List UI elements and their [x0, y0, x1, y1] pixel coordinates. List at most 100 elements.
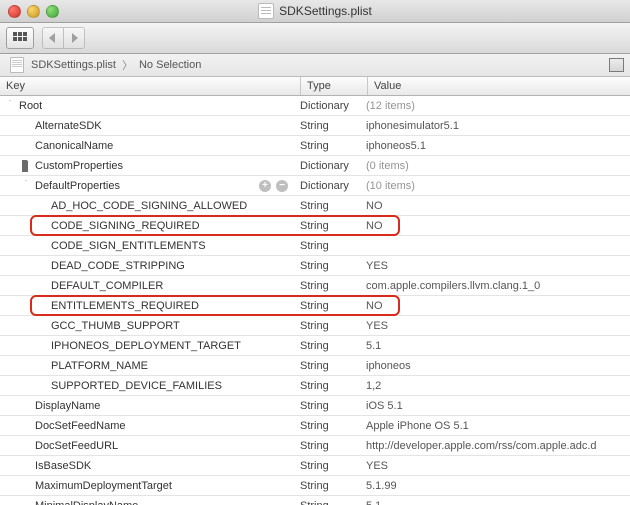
key-cell[interactable]: SUPPORTED_DEVICE_FAMILIES [0, 380, 294, 392]
key-cell[interactable]: DEAD_CODE_STRIPPING [0, 260, 294, 272]
key-cell[interactable]: AlternateSDK [0, 120, 294, 132]
value-cell[interactable]: iphonesimulator5.1 [360, 120, 630, 132]
key-cell[interactable]: DEFAULT_COMPILER [0, 280, 294, 292]
value-cell[interactable]: NO [360, 200, 630, 212]
type-cell[interactable]: String [294, 220, 360, 232]
type-cell[interactable]: String [294, 300, 360, 312]
value-cell[interactable]: YES [360, 320, 630, 332]
plist-row[interactable]: SUPPORTED_DEVICE_FAMILIESString1,2 [0, 376, 630, 396]
key-cell[interactable]: MaximumDeploymentTarget [0, 480, 294, 492]
breadcrumb-file[interactable]: SDKSettings.plist [6, 57, 120, 73]
value-cell[interactable]: (0 items) [360, 160, 630, 172]
value-cell[interactable]: 1,2 [360, 380, 630, 392]
key-cell[interactable]: IsBaseSDK [0, 460, 294, 472]
key-cell[interactable]: DisplayName [0, 400, 294, 412]
value-cell[interactable]: (12 items) [360, 100, 630, 112]
plist-row[interactable]: IsBaseSDKStringYES [0, 456, 630, 476]
forward-button[interactable] [64, 27, 85, 49]
plist-row[interactable]: DefaultProperties+−Dictionary(10 items) [0, 176, 630, 196]
key-cell[interactable]: DefaultProperties+− [0, 180, 294, 192]
type-cell[interactable]: String [294, 260, 360, 272]
value-cell[interactable]: (10 items) [360, 180, 630, 192]
plist-row[interactable]: ENTITLEMENTS_REQUIREDStringNO [0, 296, 630, 316]
zoom-icon[interactable] [46, 5, 59, 18]
breadcrumb-selection[interactable]: No Selection [135, 59, 205, 71]
key-cell[interactable]: ENTITLEMENTS_REQUIRED [0, 300, 294, 312]
plist-row[interactable]: DEFAULT_COMPILERStringcom.apple.compiler… [0, 276, 630, 296]
column-key[interactable]: Key [0, 77, 301, 95]
close-icon[interactable] [8, 5, 21, 18]
plist-row[interactable]: MinimalDisplayNameString5.1 [0, 496, 630, 505]
value-cell[interactable]: YES [360, 460, 630, 472]
key-cell[interactable]: DocSetFeedName [0, 420, 294, 432]
value-cell[interactable]: 5.1 [360, 340, 630, 352]
plist-row[interactable]: PLATFORM_NAMEStringiphoneos [0, 356, 630, 376]
key-cell[interactable]: CanonicalName [0, 140, 294, 152]
value-cell[interactable]: http://developer.apple.com/rss/com.apple… [360, 440, 630, 452]
add-row-icon[interactable]: + [259, 180, 271, 192]
type-cell[interactable]: String [294, 280, 360, 292]
key-cell[interactable]: CODE_SIGN_ENTITLEMENTS [0, 240, 294, 252]
view-mode-icon[interactable] [609, 58, 624, 72]
plist-row[interactable]: CanonicalNameStringiphoneos5.1 [0, 136, 630, 156]
plist-row[interactable]: CODE_SIGNING_REQUIREDStringNO [0, 216, 630, 236]
type-cell[interactable]: String [294, 320, 360, 332]
plist-row[interactable]: DisplayNameStringiOS 5.1 [0, 396, 630, 416]
plist-row[interactable]: DEAD_CODE_STRIPPINGStringYES [0, 256, 630, 276]
type-cell[interactable]: String [294, 140, 360, 152]
remove-row-icon[interactable]: − [276, 180, 288, 192]
value-cell[interactable]: iphoneos [360, 360, 630, 372]
disclosure-triangle-icon[interactable] [6, 101, 15, 110]
value-cell[interactable]: Apple iPhone OS 5.1 [360, 420, 630, 432]
type-cell[interactable]: String [294, 480, 360, 492]
plist-row[interactable]: IPHONEOS_DEPLOYMENT_TARGETString5.1 [0, 336, 630, 356]
value-cell[interactable]: NO [360, 300, 630, 312]
value-cell[interactable]: iphoneos5.1 [360, 140, 630, 152]
type-cell[interactable]: String [294, 420, 360, 432]
plist-row[interactable]: DocSetFeedNameStringApple iPhone OS 5.1 [0, 416, 630, 436]
value-cell[interactable]: NO [360, 220, 630, 232]
key-cell[interactable]: PLATFORM_NAME [0, 360, 294, 372]
type-cell[interactable]: String [294, 200, 360, 212]
disclosure-triangle-icon[interactable] [22, 161, 31, 170]
value-cell[interactable]: com.apple.compilers.llvm.clang.1_0 [360, 280, 630, 292]
back-button[interactable] [42, 27, 64, 49]
type-cell[interactable]: String [294, 500, 360, 505]
type-cell[interactable]: Dictionary [294, 160, 360, 172]
plist-row[interactable]: CODE_SIGN_ENTITLEMENTSString [0, 236, 630, 256]
plist-row[interactable]: AlternateSDKStringiphonesimulator5.1 [0, 116, 630, 136]
value-cell[interactable]: iOS 5.1 [360, 400, 630, 412]
key-cell[interactable]: CODE_SIGNING_REQUIRED [0, 220, 294, 232]
type-cell[interactable]: String [294, 400, 360, 412]
disclosure-triangle-icon[interactable] [22, 181, 31, 190]
plist-row[interactable]: CustomPropertiesDictionary(0 items) [0, 156, 630, 176]
value-cell[interactable]: YES [360, 260, 630, 272]
minimize-icon[interactable] [27, 5, 40, 18]
type-cell[interactable]: String [294, 460, 360, 472]
type-cell[interactable]: Dictionary [294, 100, 360, 112]
key-cell[interactable]: IPHONEOS_DEPLOYMENT_TARGET [0, 340, 294, 352]
key-cell[interactable]: MinimalDisplayName [0, 500, 294, 505]
type-cell[interactable]: String [294, 240, 360, 252]
related-items-button[interactable] [6, 27, 34, 49]
key-cell[interactable]: DocSetFeedURL [0, 440, 294, 452]
plist-row[interactable]: AD_HOC_CODE_SIGNING_ALLOWEDStringNO [0, 196, 630, 216]
column-type[interactable]: Type [301, 77, 368, 95]
type-cell[interactable]: Dictionary [294, 180, 360, 192]
type-cell[interactable]: String [294, 360, 360, 372]
type-cell[interactable]: String [294, 380, 360, 392]
column-value[interactable]: Value [368, 77, 630, 95]
plist-row[interactable]: MaximumDeploymentTargetString5.1.99 [0, 476, 630, 496]
type-cell[interactable]: String [294, 120, 360, 132]
value-cell[interactable]: 5.1.99 [360, 480, 630, 492]
key-cell[interactable]: AD_HOC_CODE_SIGNING_ALLOWED [0, 200, 294, 212]
plist-row[interactable]: GCC_THUMB_SUPPORTStringYES [0, 316, 630, 336]
key-cell[interactable]: CustomProperties [0, 160, 294, 172]
key-cell[interactable]: Root [0, 100, 294, 112]
key-cell[interactable]: GCC_THUMB_SUPPORT [0, 320, 294, 332]
plist-row[interactable]: RootDictionary(12 items) [0, 96, 630, 116]
type-cell[interactable]: String [294, 440, 360, 452]
value-cell[interactable]: 5.1 [360, 500, 630, 505]
type-cell[interactable]: String [294, 340, 360, 352]
plist-row[interactable]: DocSetFeedURLStringhttp://developer.appl… [0, 436, 630, 456]
